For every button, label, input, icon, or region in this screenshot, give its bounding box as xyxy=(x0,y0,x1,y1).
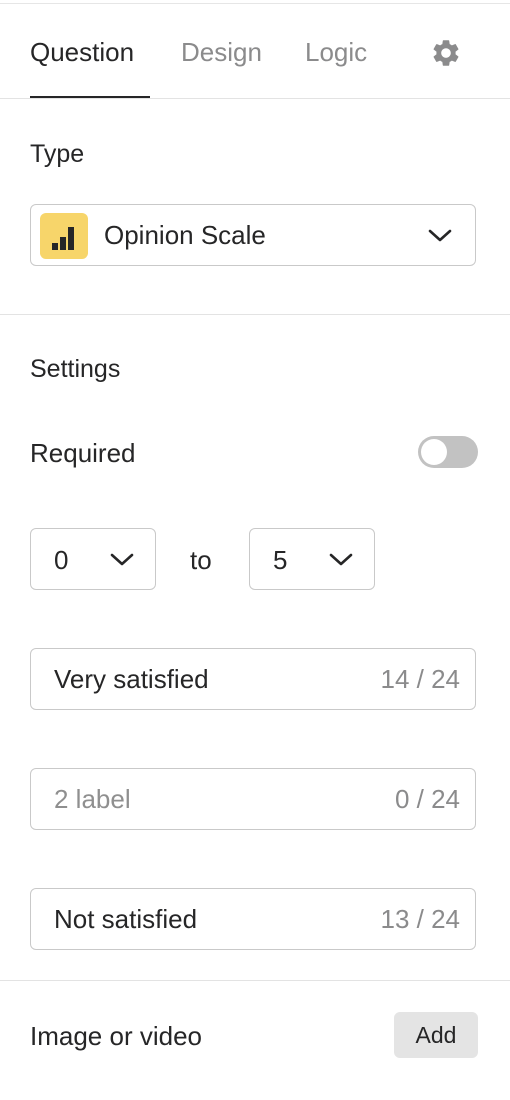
gear-icon[interactable] xyxy=(430,37,462,69)
toggle-knob xyxy=(421,439,447,465)
character-counter: 14 / 24 xyxy=(380,664,460,694)
scale-from-select[interactable]: 0 xyxy=(30,528,156,590)
tab-question[interactable]: Question xyxy=(30,36,134,68)
scale-from-value: 0 xyxy=(54,545,69,575)
media-heading: Image or video xyxy=(30,1021,202,1051)
character-counter: 0 / 24 xyxy=(394,784,460,814)
chevron-down-icon xyxy=(329,553,353,566)
chevron-down-icon xyxy=(428,229,452,242)
range-separator-label: to xyxy=(190,545,212,575)
scale-label-input-3[interactable]: Not satisfied 13 / 24 xyxy=(30,888,476,950)
question-type-select[interactable]: Opinion Scale xyxy=(30,204,476,266)
type-heading: Type xyxy=(30,140,85,168)
scale-label-placeholder: 2 label xyxy=(54,784,131,814)
scale-to-value: 5 xyxy=(273,545,288,575)
required-label: Required xyxy=(30,438,136,468)
settings-heading: Settings xyxy=(30,355,121,383)
type-divider xyxy=(0,314,510,315)
scale-label-input-1[interactable]: Very satisfied 14 / 24 xyxy=(30,648,476,710)
chevron-down-icon xyxy=(110,553,134,566)
settings-divider xyxy=(0,980,510,981)
tab-design[interactable]: Design xyxy=(181,36,262,68)
question-type-value: Opinion Scale xyxy=(104,220,266,250)
add-media-button[interactable]: Add xyxy=(394,1012,478,1058)
scale-label-value: Not satisfied xyxy=(54,904,198,934)
character-counter: 13 / 24 xyxy=(380,904,460,934)
scale-to-select[interactable]: 5 xyxy=(249,528,375,590)
bar-chart-icon xyxy=(40,213,88,259)
tab-logic[interactable]: Logic xyxy=(305,36,367,68)
tabs-divider xyxy=(0,98,510,99)
scale-label-input-2[interactable]: 2 label 0 / 24 xyxy=(30,768,476,830)
top-border xyxy=(0,3,510,4)
required-toggle[interactable] xyxy=(418,436,478,468)
scale-label-value: Very satisfied xyxy=(54,664,209,694)
